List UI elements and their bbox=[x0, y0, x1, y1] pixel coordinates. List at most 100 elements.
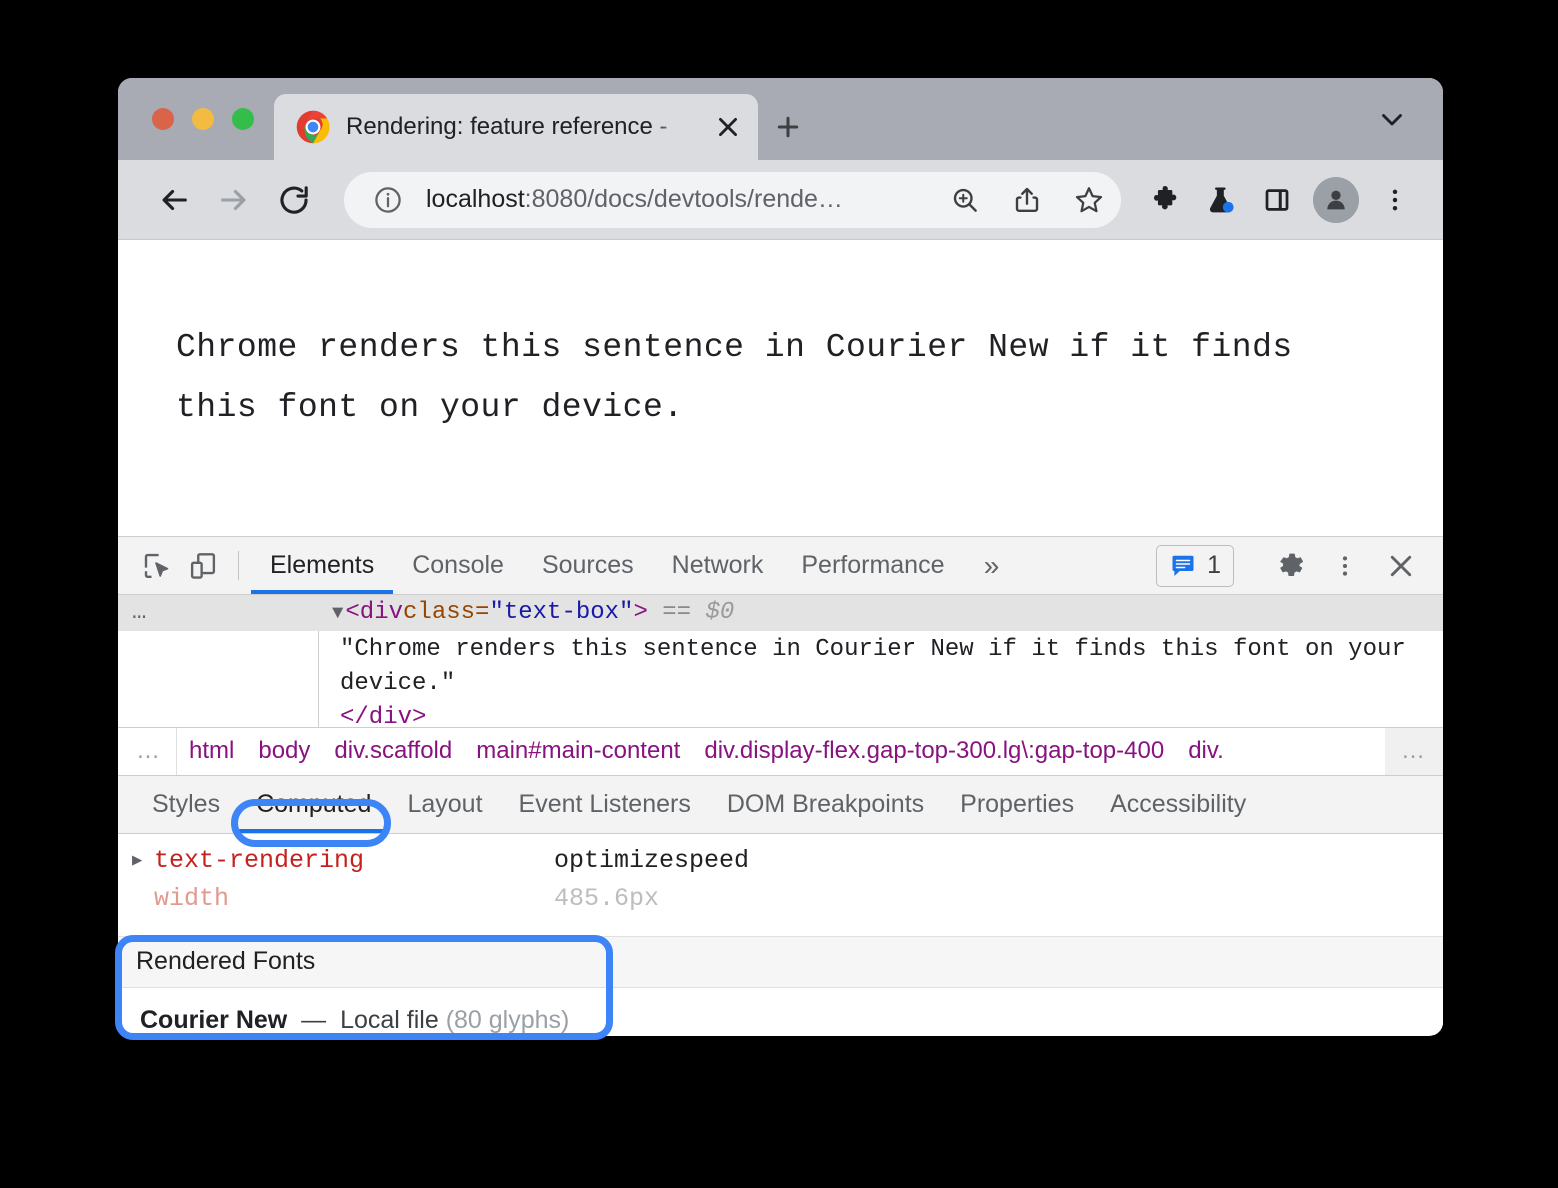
expand-triangle-icon[interactable]: ▼ bbox=[332, 596, 343, 630]
subtab-properties[interactable]: Properties bbox=[942, 776, 1092, 833]
subtab-accessibility[interactable]: Accessibility bbox=[1092, 776, 1264, 833]
dom-dollar-zero: $0 bbox=[706, 596, 735, 630]
dom-row-selected[interactable]: … ▼<div class="text-box"> == $0 bbox=[118, 595, 1443, 631]
issues-message-icon bbox=[1169, 552, 1197, 580]
breadcrumb: … html body div.scaffold main#main-conte… bbox=[118, 727, 1443, 776]
devtools-panel: Elements Console Sources Network Perform… bbox=[118, 536, 1443, 1035]
subtab-label: DOM Breakpoints bbox=[727, 790, 924, 819]
new-tab-button[interactable] bbox=[758, 94, 818, 160]
breadcrumb-item-div-truncated[interactable]: div. bbox=[1176, 737, 1222, 765]
computed-property-value: optimizespeed bbox=[554, 846, 749, 875]
tab-sources[interactable]: Sources bbox=[523, 537, 653, 594]
info-circle-icon[interactable] bbox=[364, 176, 412, 224]
star-icon[interactable] bbox=[1065, 176, 1113, 224]
gear-icon[interactable] bbox=[1261, 538, 1317, 594]
page-viewport: Chrome renders this sentence in Courier … bbox=[118, 240, 1443, 536]
breadcrumb-item-div-scaffold[interactable]: div.scaffold bbox=[322, 737, 464, 765]
dom-attr-value: "text-box" bbox=[489, 596, 633, 630]
page-sentence-text: Chrome renders this sentence in Courier … bbox=[176, 318, 1361, 438]
dom-text-node[interactable]: "Chrome renders this sentence in Courier… bbox=[340, 633, 1443, 701]
devtools-main-toolbar: Elements Console Sources Network Perform… bbox=[118, 537, 1443, 595]
close-devtools-icon[interactable] bbox=[1373, 538, 1429, 594]
flask-icon[interactable] bbox=[1195, 174, 1247, 226]
subtab-computed[interactable]: Computed bbox=[238, 776, 389, 833]
issues-button[interactable]: 1 bbox=[1156, 545, 1234, 587]
toolbar-divider bbox=[238, 551, 239, 580]
screenshot-stage: Rendering: feature reference - bbox=[0, 0, 1558, 1188]
computed-property-value: 485.6px bbox=[554, 884, 659, 913]
computed-property-name: text-rendering bbox=[154, 846, 554, 875]
devtools-toolbar-right: 1 bbox=[1156, 537, 1443, 594]
back-button[interactable] bbox=[146, 172, 202, 228]
devtools-sidebar-tabs: Styles Computed Layout Event Listeners D… bbox=[118, 776, 1443, 834]
tab-network[interactable]: Network bbox=[653, 537, 783, 594]
url-host: localhost bbox=[426, 185, 525, 213]
three-dots-vertical-icon[interactable] bbox=[1369, 174, 1421, 226]
tab-label: Network bbox=[672, 551, 764, 580]
dom-equals-marker: == bbox=[662, 596, 691, 630]
expand-arrow-icon[interactable]: ▶ bbox=[132, 850, 154, 871]
tab-label: Performance bbox=[801, 551, 944, 580]
rendered-fonts-title: Rendered Fonts bbox=[136, 947, 315, 976]
address-bar[interactable]: localhost:8080/docs/devtools/rende… bbox=[344, 172, 1121, 228]
rendered-fonts-body: Courier New — Local file (80 glyphs) bbox=[118, 988, 1443, 1035]
breadcrumb-item-body[interactable]: body bbox=[246, 737, 322, 765]
breadcrumb-item-main-content[interactable]: main#main-content bbox=[464, 737, 692, 765]
tab-title: Rendering: feature reference - bbox=[346, 113, 692, 141]
breadcrumb-item-html[interactable]: html bbox=[177, 737, 246, 765]
zoom-window-button[interactable] bbox=[232, 108, 254, 130]
puzzle-piece-icon[interactable] bbox=[1139, 174, 1191, 226]
subtab-label: Accessibility bbox=[1110, 790, 1246, 819]
url-path: :8080/docs/devtools/rende… bbox=[525, 185, 843, 213]
side-panel-icon[interactable] bbox=[1251, 174, 1303, 226]
rendered-fonts-header[interactable]: Rendered Fonts bbox=[118, 936, 1443, 988]
tab-console[interactable]: Console bbox=[393, 537, 523, 594]
dom-overflow-ellipsis[interactable]: … bbox=[132, 596, 332, 630]
dom-attr-name: class= bbox=[403, 596, 489, 630]
subtab-label: Event Listeners bbox=[519, 790, 691, 819]
tab-elements[interactable]: Elements bbox=[251, 537, 393, 594]
dom-open-tag: <div bbox=[345, 596, 403, 630]
tab-performance[interactable]: Performance bbox=[782, 537, 963, 594]
browser-tab-active[interactable]: Rendering: feature reference - bbox=[274, 94, 758, 160]
tab-label: Console bbox=[412, 551, 504, 580]
computed-property-row[interactable]: width 485.6px bbox=[118, 880, 1443, 918]
person-avatar-icon[interactable] bbox=[1313, 177, 1359, 223]
dom-tree[interactable]: … ▼<div class="text-box"> == $0 "Chrome … bbox=[118, 595, 1443, 726]
chrome-logo-icon bbox=[296, 110, 330, 144]
dom-open-tag-end: > bbox=[633, 596, 647, 630]
breadcrumb-overflow-left[interactable]: … bbox=[118, 728, 177, 775]
share-icon[interactable] bbox=[1003, 176, 1051, 224]
breadcrumb-overflow-right[interactable]: … bbox=[1385, 728, 1443, 775]
more-tabs-icon[interactable]: » bbox=[963, 537, 1019, 594]
three-dots-vertical-icon[interactable] bbox=[1317, 538, 1373, 594]
browser-toolbar: localhost:8080/docs/devtools/rende… bbox=[118, 160, 1443, 240]
minimize-window-button[interactable] bbox=[192, 108, 214, 130]
tab-label: Sources bbox=[542, 551, 634, 580]
subtab-styles[interactable]: Styles bbox=[134, 776, 238, 833]
close-window-button[interactable] bbox=[152, 108, 174, 130]
tab-strip: Rendering: feature reference - bbox=[118, 78, 1443, 160]
subtab-event-listeners[interactable]: Event Listeners bbox=[501, 776, 709, 833]
reload-button[interactable] bbox=[266, 172, 322, 228]
forward-button[interactable] bbox=[206, 172, 262, 228]
breadcrumb-item-div-display-flex[interactable]: div.display-flex.gap-top-300.lg\:gap-top… bbox=[692, 737, 1176, 765]
subtab-layout[interactable]: Layout bbox=[389, 776, 500, 833]
zoom-in-icon[interactable] bbox=[941, 176, 989, 224]
browser-window: Rendering: feature reference - bbox=[118, 78, 1443, 1036]
subtab-label: Properties bbox=[960, 790, 1074, 819]
computed-property-row[interactable]: ▶ text-rendering optimizespeed bbox=[118, 842, 1443, 880]
subtab-label: Styles bbox=[152, 790, 220, 819]
dom-close-tag: </div> bbox=[340, 701, 1443, 726]
computed-styles-pane: ▶ text-rendering optimizespeed width 485… bbox=[118, 834, 1443, 1035]
device-toolbar-icon[interactable] bbox=[180, 537, 226, 594]
tab-search-button[interactable] bbox=[1375, 78, 1443, 160]
dom-children: "Chrome renders this sentence in Courier… bbox=[118, 631, 1443, 726]
issues-count: 1 bbox=[1207, 551, 1221, 580]
subtab-label: Layout bbox=[407, 790, 482, 819]
rendered-font-separator: — bbox=[301, 1006, 326, 1034]
rendered-font-name: Courier New bbox=[140, 1006, 287, 1034]
close-tab-button[interactable] bbox=[708, 107, 748, 147]
inspect-element-icon[interactable] bbox=[134, 537, 180, 594]
subtab-dom-breakpoints[interactable]: DOM Breakpoints bbox=[709, 776, 942, 833]
